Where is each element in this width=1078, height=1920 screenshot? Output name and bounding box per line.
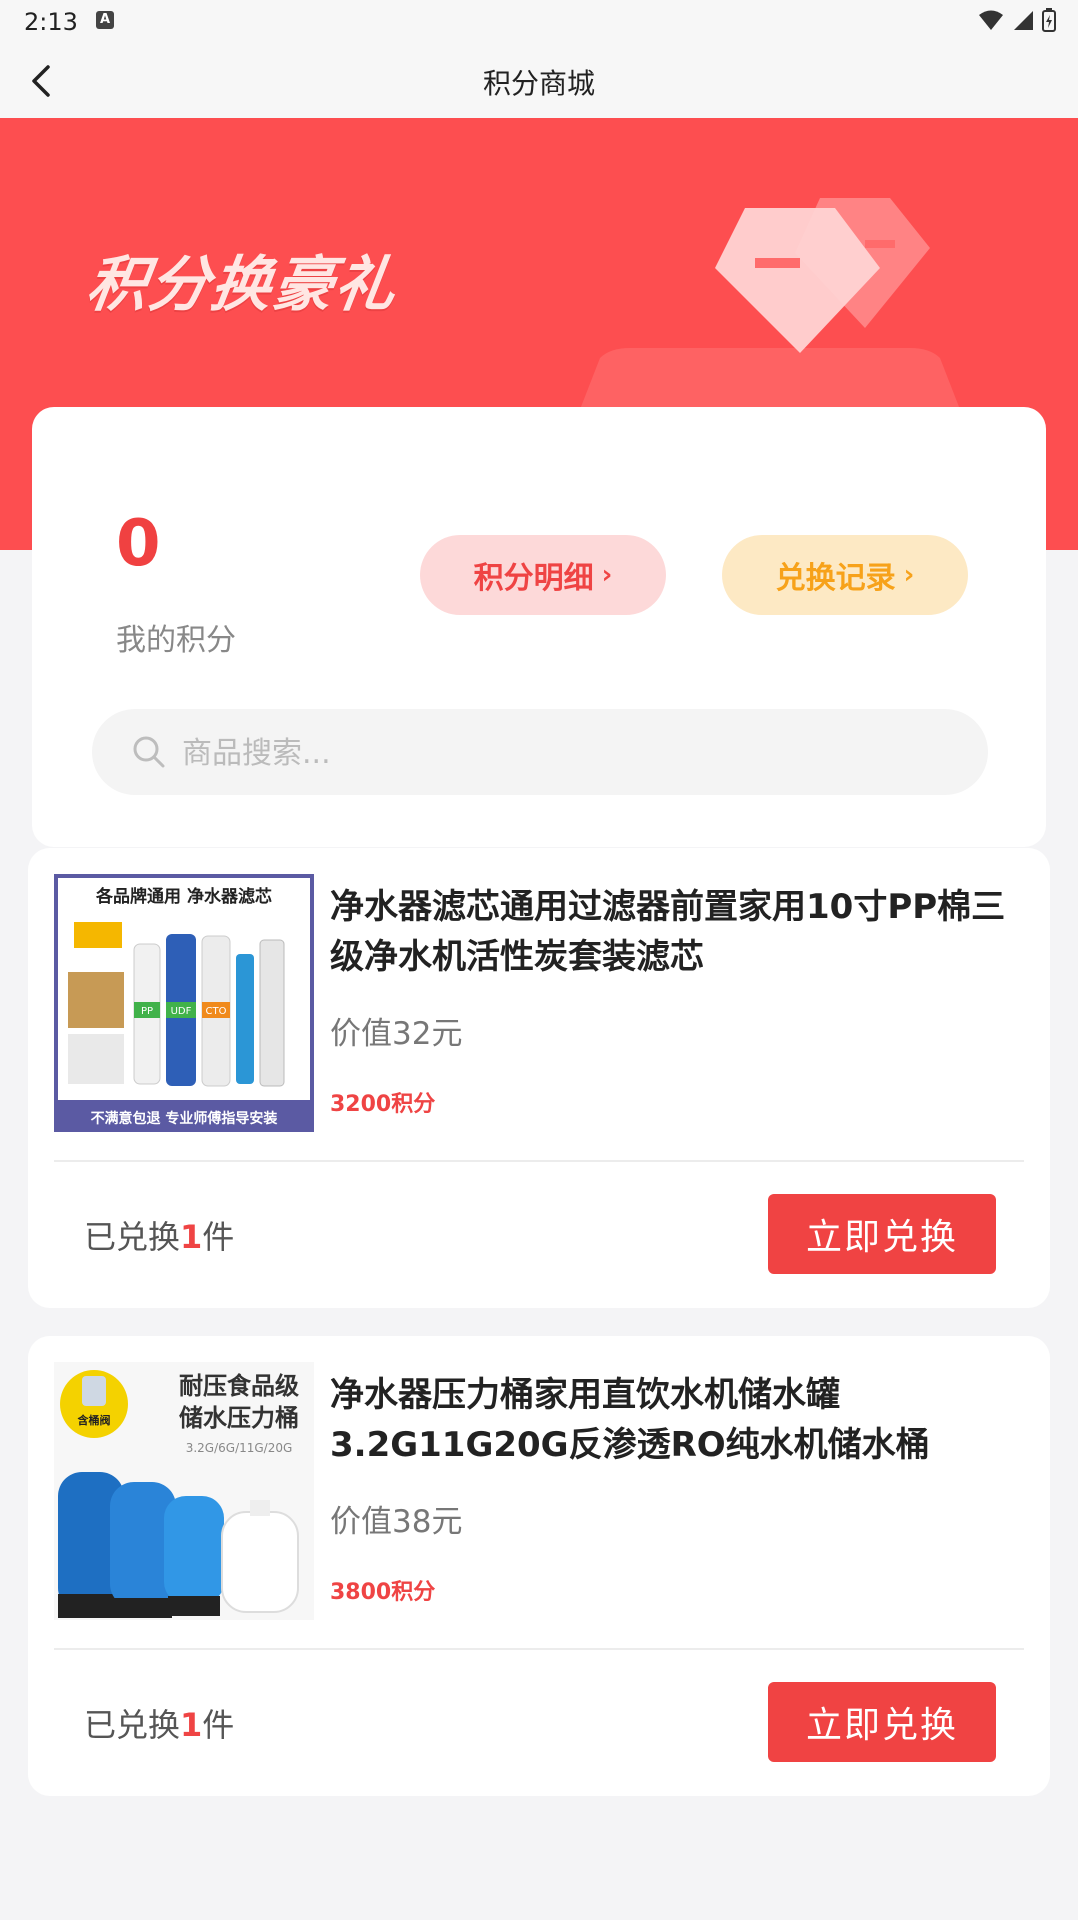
product-value: 价值32元 xyxy=(330,1016,463,1052)
battery-icon xyxy=(1042,8,1056,32)
signal-icon xyxy=(1014,11,1033,30)
status-time: 2:13 xyxy=(24,8,78,36)
thumb-sizes: 3.2G/6G/11G/20G xyxy=(186,1441,293,1455)
count-prefix: 已兑换 xyxy=(84,1218,181,1256)
exchange-record-label: 兑换记录 xyxy=(775,561,896,596)
product-card[interactable]: 各品牌通用 净水器滤芯 PP UDF CTO 不满意包退 专业师傅指导安装 净水… xyxy=(28,848,1050,1308)
thumb-header: 各品牌通用 净水器滤芯 xyxy=(95,886,272,907)
filter-label: UDF xyxy=(171,1006,192,1017)
points-card: 0 我的积分 积分明细 › 兑换记录 › xyxy=(32,407,1046,847)
filter-cartridges-image: 各品牌通用 净水器滤芯 PP UDF CTO 不满意包退 专业师傅指导安装 xyxy=(54,874,314,1132)
exchanged-count: 已兑换1件 xyxy=(84,1700,234,1746)
nav-bar: 积分商城 xyxy=(0,44,1078,118)
thumb-tagline: 不满意包退 专业师傅指导安装 xyxy=(91,1110,279,1127)
count-number: 1 xyxy=(180,1706,203,1744)
product-title[interactable]: 净水器压力桶家用直饮水机储水罐3.2G11G20G反渗透RO纯水机储水桶 xyxy=(330,1370,1020,1470)
filter-label: CTO xyxy=(206,1006,227,1017)
count-number: 1 xyxy=(180,1218,203,1256)
count-prefix: 已兑换 xyxy=(84,1706,181,1744)
points-value: 0 xyxy=(116,507,161,581)
notification-icon: A xyxy=(96,11,114,29)
exchange-record-button[interactable]: 兑换记录 › xyxy=(722,535,968,615)
count-suffix: 件 xyxy=(202,1706,235,1744)
pressure-tank-image: 含桶阀 耐压食品级 储水压力桶 3.2G/6G/11G/20G xyxy=(54,1362,314,1620)
thumb-badge: 含桶阀 xyxy=(77,1413,111,1427)
search-bar xyxy=(92,709,988,797)
divider xyxy=(54,1648,1024,1650)
points-label: 我的积分 xyxy=(116,623,236,658)
product-title[interactable]: 净水器滤芯通用过滤器前置家用10寸PP棉三级净水机活性炭套装滤芯 xyxy=(330,882,1020,982)
chevron-right-icon: › xyxy=(903,560,915,590)
exchanged-count: 已兑换1件 xyxy=(84,1212,234,1258)
status-icons xyxy=(978,8,1056,32)
status-bar: 2:13 A xyxy=(0,0,1078,44)
product-points: 3800积分 xyxy=(330,1580,436,1605)
product-points: 3200积分 xyxy=(330,1092,436,1117)
product-image[interactable]: 含桶阀 耐压食品级 储水压力桶 3.2G/6G/11G/20G xyxy=(54,1362,314,1620)
redeem-button[interactable]: 立即兑换 xyxy=(768,1194,996,1274)
search-input[interactable] xyxy=(180,709,964,797)
product-image[interactable]: 各品牌通用 净水器滤芯 PP UDF CTO 不满意包退 专业师傅指导安装 xyxy=(54,874,314,1132)
divider xyxy=(54,1160,1024,1162)
points-detail-label: 积分明细 xyxy=(473,561,594,596)
banner-slogan: 积分换豪礼 xyxy=(82,250,403,320)
wifi-icon xyxy=(979,10,1003,30)
product-value: 价值38元 xyxy=(330,1504,463,1540)
product-card[interactable]: 含桶阀 耐压食品级 储水压力桶 3.2G/6G/11G/20G 净水器压力桶家用… xyxy=(28,1336,1050,1796)
thumb-header: 储水压力桶 xyxy=(179,1404,299,1432)
count-suffix: 件 xyxy=(202,1218,235,1256)
filter-label: PP xyxy=(141,1006,153,1017)
thumb-header: 耐压食品级 xyxy=(179,1372,299,1400)
search-icon xyxy=(133,736,165,768)
chevron-right-icon: › xyxy=(601,560,613,590)
redeem-button[interactable]: 立即兑换 xyxy=(768,1682,996,1762)
page-title: 积分商城 xyxy=(482,67,595,100)
points-detail-button[interactable]: 积分明细 › xyxy=(420,535,666,615)
